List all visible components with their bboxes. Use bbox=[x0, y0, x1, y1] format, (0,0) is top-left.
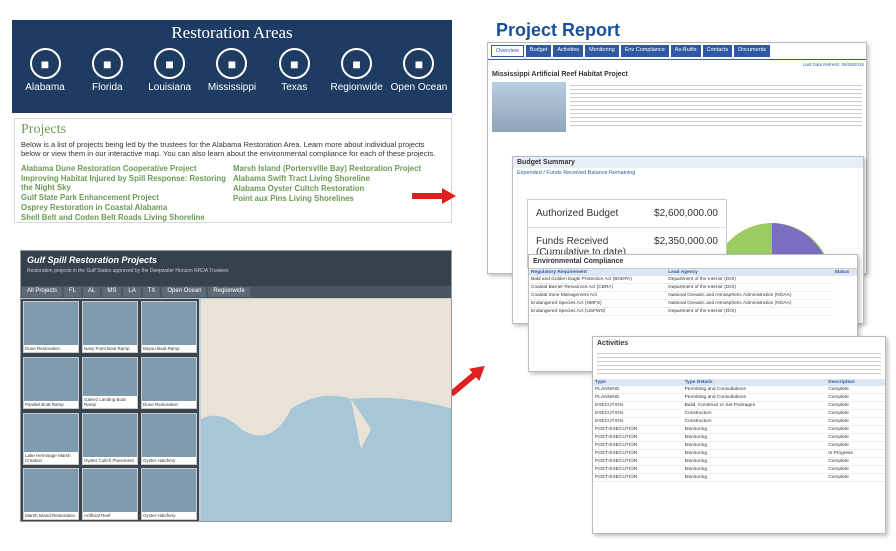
arrow-icon bbox=[449, 365, 485, 397]
projects-panel: Projects Below is a list of projects bei… bbox=[14, 118, 452, 223]
project-card[interactable]: Navy Point Boat Ramp bbox=[82, 301, 138, 353]
state-icon: ■ bbox=[341, 48, 373, 79]
tab-overview[interactable]: Overview bbox=[491, 45, 524, 57]
budget-title: Budget Summary bbox=[513, 157, 863, 168]
table-row: POST-EXECUTION Monitoring Complete bbox=[593, 441, 885, 450]
state-icon: ■ bbox=[278, 48, 310, 79]
column-header: Type Details bbox=[682, 379, 827, 386]
map-nav-la[interactable]: LA bbox=[123, 287, 141, 297]
table-row: POST-EXECUTION Monitoring Complete bbox=[593, 465, 885, 474]
env-title: Environmental Compliance bbox=[529, 255, 857, 269]
budget-row: Authorized Budget $2,600,000.00 bbox=[528, 200, 726, 228]
table-row: EXECUTION Build, Construct or Set Package… bbox=[593, 401, 885, 410]
state-texas[interactable]: ■ Texas bbox=[265, 48, 323, 93]
map-nav-ms[interactable]: MS bbox=[102, 287, 122, 297]
table-row: PLANNING Permitting and Consultations Comp… bbox=[593, 393, 885, 402]
table-row: POST-EXECUTION Monitoring Complete bbox=[593, 425, 885, 434]
project-card[interactable]: Galvez Landing Boat Ramp bbox=[82, 356, 138, 409]
activities-title: Activities bbox=[597, 340, 629, 347]
project-card[interactable]: Oyster Hatchery bbox=[141, 412, 197, 465]
table-row: PLANNING Permitting and Consultations Comp… bbox=[593, 386, 885, 394]
arrow-icon bbox=[412, 188, 456, 204]
table-row: POST-EXECUTION Monitoring In Progress bbox=[593, 449, 885, 458]
map-nav-al[interactable]: AL bbox=[83, 287, 101, 297]
tab-budget[interactable]: Budget bbox=[525, 45, 552, 57]
column-header: Type bbox=[593, 379, 683, 386]
column-header: Lead Agency bbox=[666, 269, 833, 276]
state-alabama[interactable]: ■ Alabama bbox=[16, 48, 74, 93]
project-photo bbox=[492, 82, 566, 132]
projects-heading: Projects bbox=[21, 122, 67, 137]
project-link[interactable]: Marsh Island (Portersville Bay) Restorat… bbox=[233, 164, 445, 173]
state-icon: ■ bbox=[154, 48, 186, 79]
project-card[interactable]: Oyster Hatchery bbox=[141, 468, 197, 521]
restoration-areas-title: Restoration Areas bbox=[171, 23, 293, 42]
project-report-title: Project Report bbox=[496, 20, 621, 40]
project-card[interactable]: Bayou Boat Ramp bbox=[141, 301, 197, 353]
project-card[interactable]: Lake Hermitage Marsh Creation bbox=[23, 412, 79, 465]
tab-activities[interactable]: Activities bbox=[553, 45, 584, 57]
map-nav-open-ocean[interactable]: Open Ocean bbox=[162, 287, 207, 297]
project-link[interactable]: Alabama Dune Restoration Cooperative Pro… bbox=[21, 164, 233, 173]
projects-intro: Below is a list of projects being led by… bbox=[21, 140, 436, 158]
project-card[interactable]: Dune Restoration bbox=[23, 301, 79, 353]
table-row: EXECUTION Construction Complete bbox=[593, 409, 885, 418]
project-title: Mississippi Artificial Reef Habitat Proj… bbox=[492, 71, 628, 78]
map-subtitle: Restoration projects in the Gulf States … bbox=[27, 268, 229, 274]
state-florida[interactable]: ■ Florida bbox=[78, 48, 136, 93]
table-row: Bald and Golden Eagle Protection Act (BG… bbox=[529, 276, 857, 284]
map-app: Gulf Spill Restoration Projects Restorat… bbox=[20, 250, 452, 522]
activities-window: Activities Type Type Details Description PL… bbox=[592, 336, 886, 534]
state-icon: ■ bbox=[216, 48, 248, 79]
tab-monitoring[interactable]: Monitoring bbox=[585, 45, 619, 57]
state-icon: ■ bbox=[91, 48, 123, 79]
project-link[interactable]: Alabama Swift Tract Living Shoreline bbox=[233, 174, 445, 183]
project-card[interactable]: Artificial Reef bbox=[82, 468, 138, 521]
table-row: POST-EXECUTION Monitoring Complete bbox=[593, 433, 885, 442]
budget-legend: Expended / Funds Received Balance Remain… bbox=[517, 170, 636, 176]
state-louisiana[interactable]: ■ Louisiana bbox=[141, 48, 199, 93]
tab-contacts[interactable]: Contacts bbox=[702, 45, 733, 57]
table-row: POST-EXECUTION Monitoring Complete bbox=[593, 473, 885, 482]
state-regionwide[interactable]: ■ Regionwide bbox=[328, 48, 386, 93]
project-link[interactable]: Gulf State Park Enhancement Project bbox=[21, 193, 233, 202]
project-link[interactable]: Osprey Restoration in Coastal Alabama bbox=[21, 203, 233, 212]
state-open-ocean[interactable]: ■ Open Ocean bbox=[390, 48, 448, 93]
state-icon: ■ bbox=[403, 48, 435, 79]
project-link[interactable]: Shell Belt and Coden Belt Roads Living S… bbox=[21, 213, 233, 222]
column-header: Description bbox=[826, 379, 885, 386]
column-header: Regulatory Requirement bbox=[529, 269, 667, 276]
project-card[interactable]: Parallel Boat Ramp bbox=[23, 356, 79, 409]
table-row: Endangered Species Act (NMFS) National Oc… bbox=[529, 299, 857, 308]
state-icon: ■ bbox=[29, 48, 61, 79]
table-row: Endangered Species Act (USFWS) Department… bbox=[529, 307, 857, 316]
map-title: Gulf Spill Restoration Projects bbox=[27, 255, 158, 265]
column-header: Status bbox=[832, 269, 857, 276]
state-mississippi[interactable]: ■ Mississippi bbox=[203, 48, 261, 93]
project-link[interactable]: Improving Habitat Injured by Spill Respo… bbox=[21, 174, 233, 192]
table-row: EXECUTION Construction Complete bbox=[593, 417, 885, 426]
map-nav-regionwide[interactable]: Regionwide bbox=[208, 287, 250, 297]
project-card[interactable]: Oyster Cultch Placement bbox=[82, 412, 138, 465]
map-nav-all-projects[interactable]: All Projects bbox=[22, 287, 63, 297]
table-row: Coastal Barrier Resources Act (CBRA) Depa… bbox=[529, 283, 857, 292]
map-nav-fl[interactable]: FL bbox=[64, 287, 82, 297]
gulf-map[interactable] bbox=[201, 299, 451, 521]
project-card[interactable]: Marsh Island Restoration bbox=[23, 468, 79, 521]
tab-documents[interactable]: Documents bbox=[734, 45, 771, 57]
table-row: Coastal Zone Management Act National Ocea… bbox=[529, 291, 857, 300]
map-nav-tx[interactable]: TX bbox=[142, 287, 161, 297]
restoration-areas-banner: Restoration Areas ■ Alabama ■ Florida ■ Louis… bbox=[12, 20, 452, 113]
tab-as-builts[interactable]: As-Builts bbox=[670, 45, 701, 57]
project-card[interactable]: Dune Restoration bbox=[141, 356, 197, 409]
table-row: POST-EXECUTION Monitoring Complete bbox=[593, 457, 885, 466]
tab-env-compliance[interactable]: Env Compliance bbox=[620, 45, 669, 57]
